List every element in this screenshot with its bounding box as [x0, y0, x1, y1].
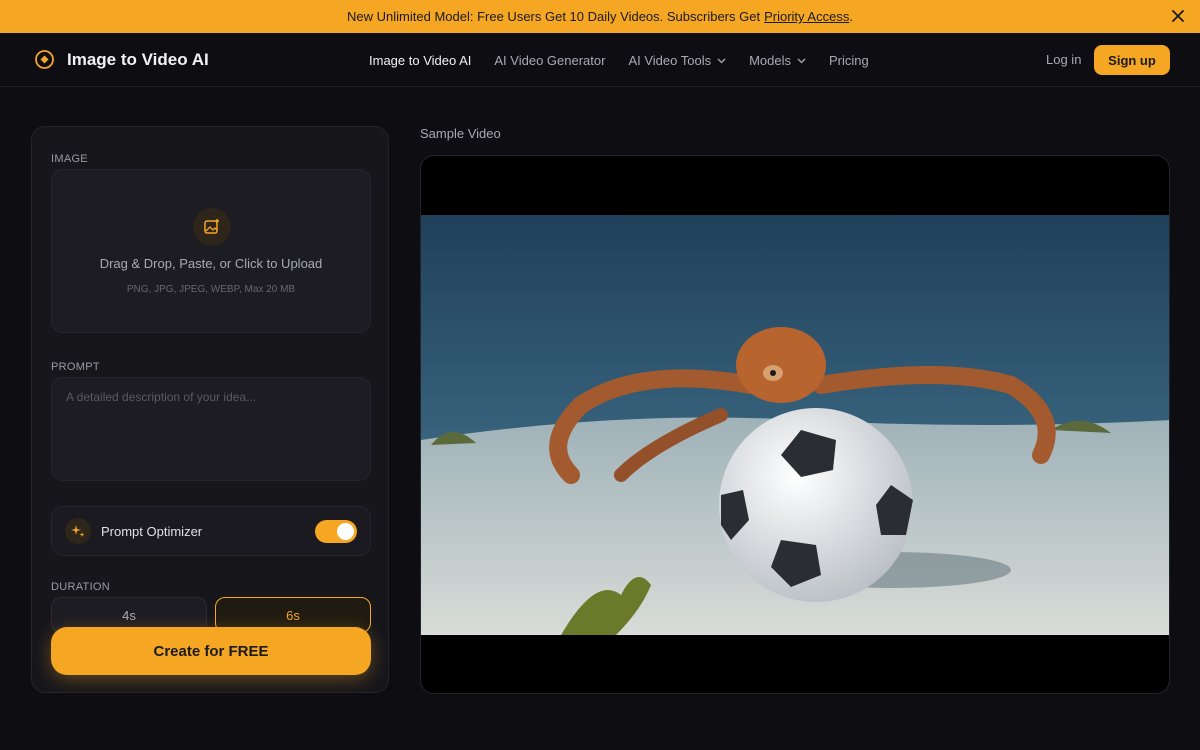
nav-ai-video-generator[interactable]: AI Video Generator — [494, 53, 605, 68]
upload-title: Drag & Drop, Paste, or Click to Upload — [99, 256, 323, 271]
nav-label: Image to Video AI — [369, 52, 472, 68]
nav-label: Models — [749, 52, 792, 68]
announcement-banner: New Unlimited Model: Free Users Get 10 D… — [0, 0, 1200, 33]
generator-panel: IMAGE Drag & Drop, Paste, or Click to Up… — [31, 126, 389, 693]
prompt-optimizer-toggle[interactable] — [315, 520, 357, 543]
create-button[interactable]: Create for FREE — [51, 627, 371, 675]
upload-icon-wrap — [193, 208, 231, 246]
logo-icon — [35, 50, 54, 69]
login-link[interactable]: Log in — [1046, 52, 1081, 67]
image-add-icon — [204, 219, 219, 234]
banner-suffix: . — [849, 9, 853, 24]
nav-pricing[interactable]: Pricing — [829, 53, 869, 68]
sparkle-icon — [71, 525, 85, 537]
optimizer-icon-wrap — [65, 518, 91, 544]
close-banner-button[interactable] — [1170, 8, 1186, 24]
sample-video-frame — [421, 215, 1169, 635]
brand-logo[interactable]: Image to Video AI — [34, 49, 209, 70]
priority-access-link[interactable]: Priority Access — [764, 9, 849, 24]
signup-button[interactable]: Sign up — [1094, 45, 1170, 75]
prompt-section-label: PROMPT — [51, 361, 100, 373]
toggle-knob — [337, 523, 354, 540]
sample-video-player[interactable] — [420, 155, 1170, 694]
prompt-input[interactable] — [51, 377, 371, 481]
image-upload-dropzone[interactable]: Drag & Drop, Paste, or Click to Upload P… — [51, 169, 371, 333]
close-icon — [1172, 10, 1184, 22]
image-section-label: IMAGE — [51, 153, 88, 165]
main-nav: Image to Video AI AI Video Generator AI … — [369, 33, 892, 87]
prompt-optimizer-row: Prompt Optimizer — [51, 506, 371, 556]
upload-format-hint: PNG, JPG, JPEG, WEBP, Max 20 MB — [126, 284, 296, 295]
sample-video-label: Sample Video — [420, 126, 501, 141]
banner-text: New Unlimited Model: Free Users Get 10 D… — [347, 9, 761, 24]
nav-label: Pricing — [829, 52, 869, 68]
chevron-down-icon — [797, 58, 806, 63]
nav-label: AI Video Generator — [494, 52, 606, 68]
site-header: Image to Video AI Image to Video AI AI V… — [0, 33, 1200, 87]
optimizer-label: Prompt Optimizer — [101, 523, 203, 539]
nav-image-to-video[interactable]: Image to Video AI — [369, 53, 471, 68]
brand-name: Image to Video AI — [67, 49, 209, 69]
nav-label: AI Video Tools — [628, 52, 712, 68]
nav-ai-video-tools[interactable]: AI Video Tools — [628, 53, 726, 68]
chevron-down-icon — [717, 58, 726, 63]
nav-models[interactable]: Models — [749, 53, 806, 68]
duration-section-label: DURATION — [51, 581, 111, 593]
